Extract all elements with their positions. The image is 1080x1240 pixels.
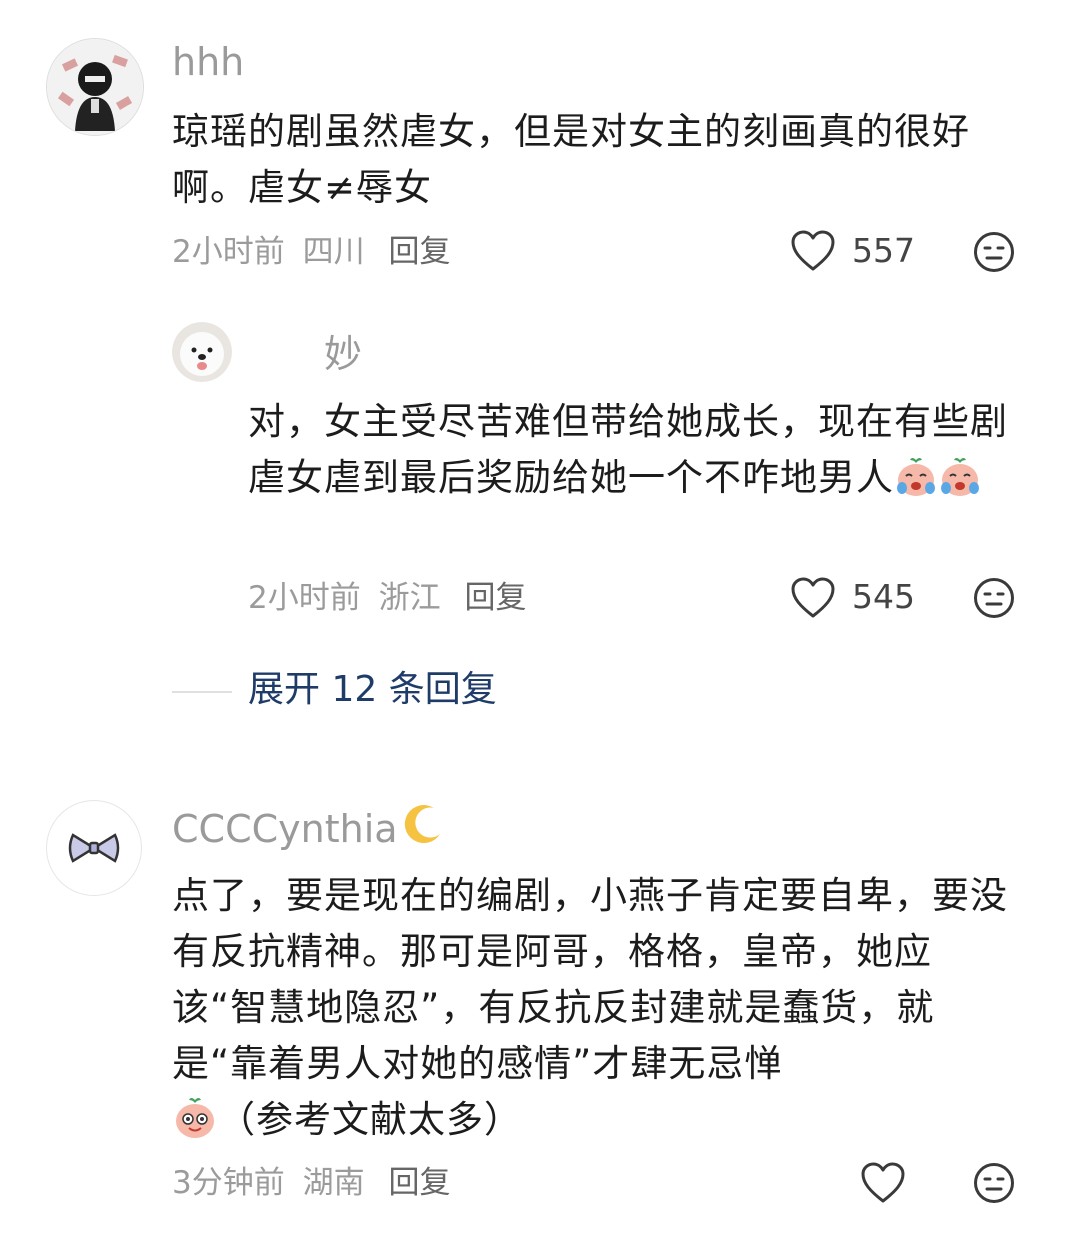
comment-time: 3分钟前 [172,1165,285,1201]
commenter-name[interactable]: 妙 [324,330,362,378]
commenter-name[interactable]: CCCCynthia [172,802,446,859]
expand-divider [172,691,232,693]
commenter-name[interactable]: hhh [172,38,244,86]
avatar[interactable] [46,38,144,136]
comment-meta: 2小时前 浙江 回复 [248,578,526,618]
like-count: 545 [852,577,915,616]
dislike-icon[interactable] [972,230,1016,274]
comment-meta: 2小时前 四川 回复 [172,232,450,272]
comment-text: 点了，要是现在的编剧，小燕子肯定要自卑，要没有反抗精神。那可是阿哥，格格，皇帝，… [172,868,1022,1156]
reply-button[interactable]: 回复 [464,580,526,616]
comment-text: 对，女主受尽苦难但带给她成长，现在有些剧虐女虐到最后奖励给她一个不咋地男人 [248,394,1018,514]
comment-location: 浙江 [378,580,441,616]
crescent-moon-icon [400,802,446,859]
reply-button[interactable]: 回复 [388,1165,450,1201]
dog-avatar-image [172,322,232,382]
like-icon[interactable] [790,229,836,273]
avatar[interactable] [46,800,142,896]
starry-eyes-emoji-icon [172,1096,218,1156]
dislike-icon[interactable] [972,576,1016,620]
reply-button[interactable]: 回复 [388,234,450,270]
commenter-name-text: CCCCynthia [172,807,398,851]
comment-location: 四川 [302,234,365,270]
comment-text-body: 点了，要是现在的编剧，小燕子肯定要自卑，要没有反抗精神。那可是阿哥，格格，皇帝，… [172,874,1008,1085]
avatar-image [47,39,143,135]
comment-time: 2小时前 [172,234,285,270]
expand-replies-link[interactable]: 展开 12 条回复 [248,668,497,712]
comment-time: 2小时前 [248,580,361,616]
dislike-icon[interactable] [972,1161,1016,1205]
comment-text-suffix: （参考文献太多） [218,1098,522,1141]
like-icon[interactable] [860,1161,906,1205]
bow-avatar-image [68,833,120,863]
avatar[interactable] [172,322,232,382]
like-count: 557 [852,231,915,270]
comment-text: 琼瑶的剧虽然虐女，但是对女主的刻画真的很好啊。虐女≠辱女 [172,110,970,209]
crying-emoji-icon [938,456,982,514]
crying-emoji-icon [894,456,938,514]
comment-location: 湖南 [302,1165,365,1201]
like-icon[interactable] [790,576,836,620]
comment-meta: 3分钟前 湖南 回复 [172,1163,450,1203]
